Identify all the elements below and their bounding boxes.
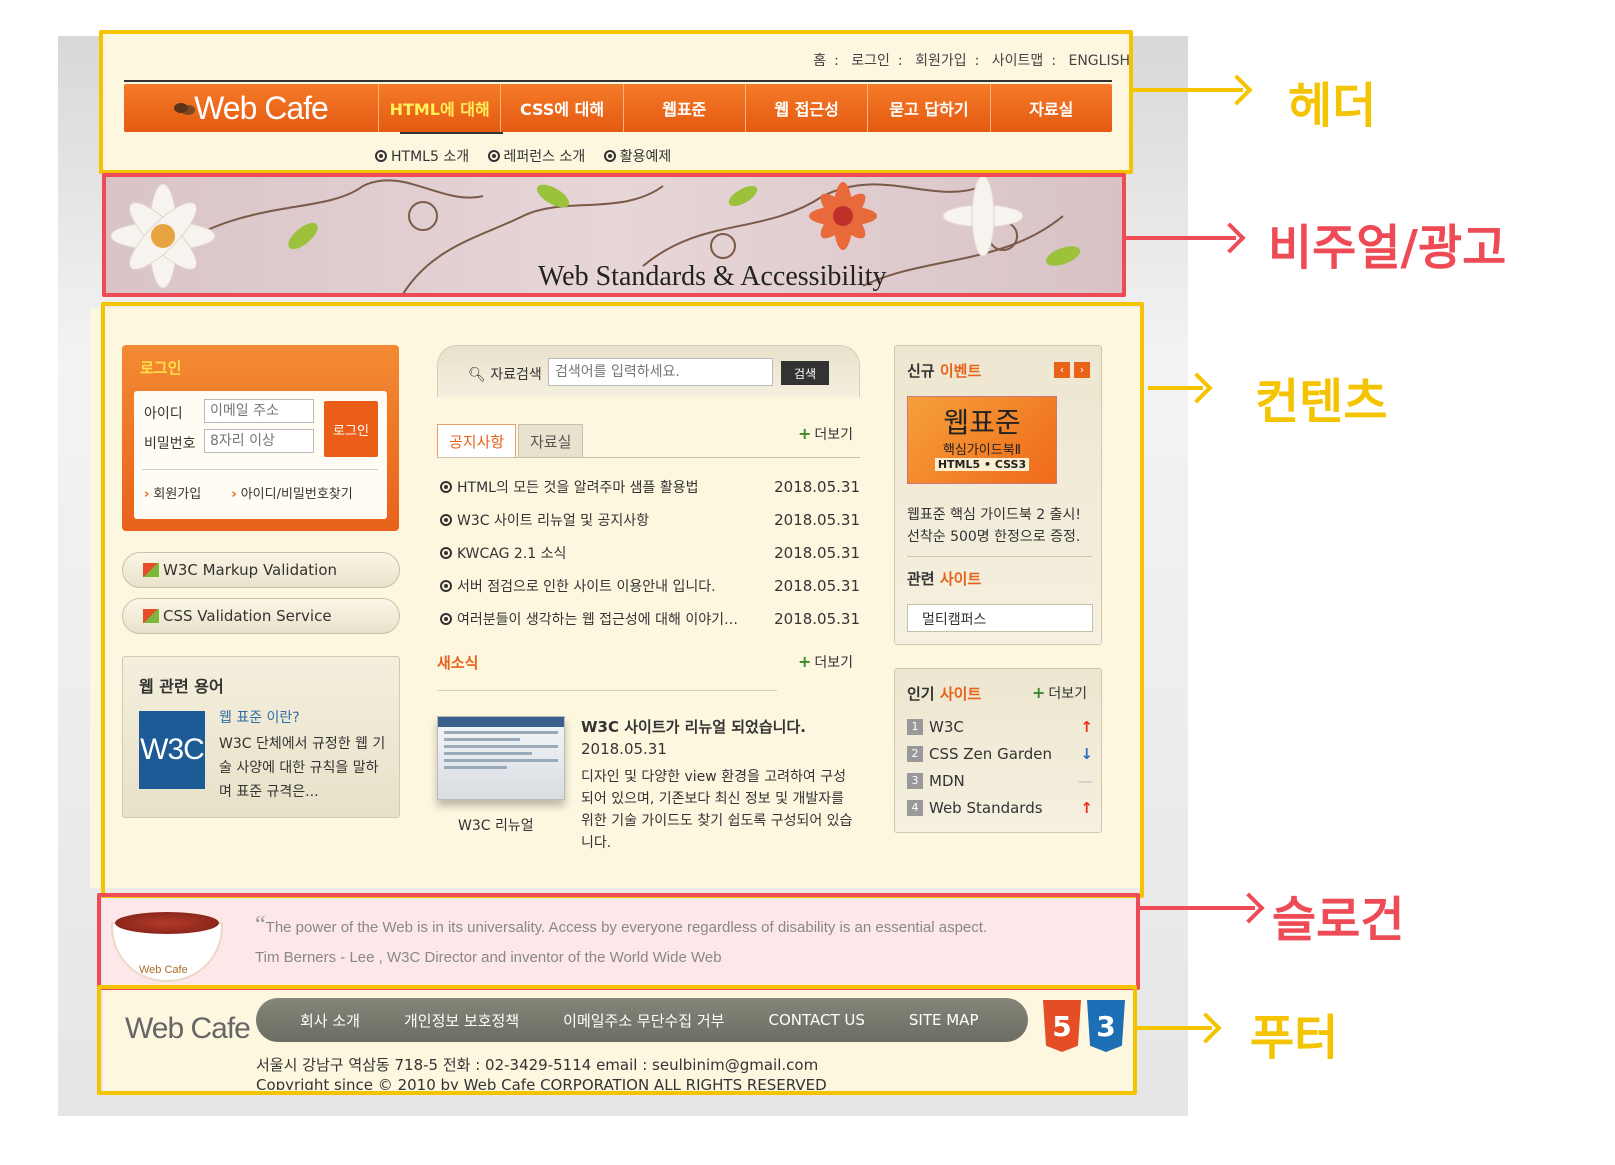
annotation-visual: 비주얼/광고	[1268, 220, 1507, 276]
footer-frame	[97, 985, 1137, 1095]
content-frame	[101, 302, 1144, 898]
slogan-frame	[97, 893, 1140, 990]
annotation-header: 헤더	[1288, 78, 1377, 134]
arrowhead-icon	[1190, 1012, 1222, 1044]
annotation-footer: 푸터	[1250, 1010, 1339, 1066]
annotation-content: 컨텐츠	[1255, 374, 1388, 430]
header-frame	[99, 30, 1133, 174]
arrowhead-icon	[1221, 74, 1253, 106]
arrowhead-icon	[1214, 222, 1246, 254]
visual-frame	[102, 173, 1126, 297]
annotation-slogan: 슬로건	[1272, 892, 1405, 948]
arrowhead-icon	[1233, 892, 1265, 924]
